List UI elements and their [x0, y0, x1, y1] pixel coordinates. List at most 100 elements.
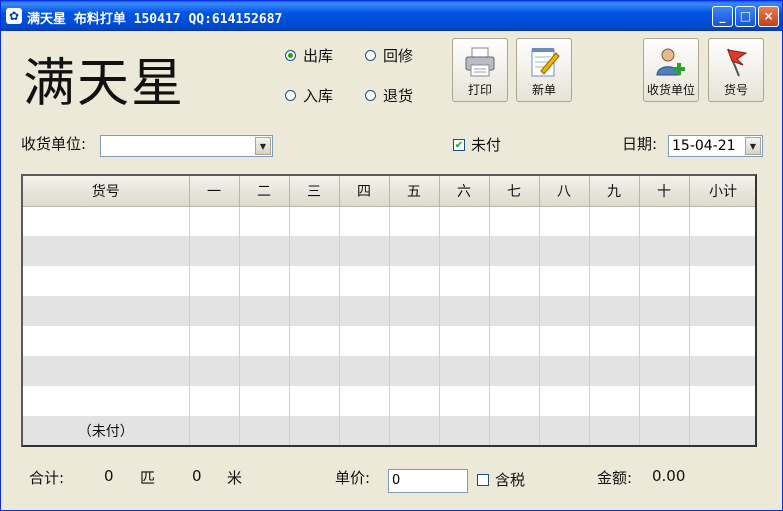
table-cell[interactable]: [339, 296, 390, 326]
table-cell[interactable]: [589, 296, 640, 326]
table-row[interactable]: [23, 386, 755, 416]
maximize-button[interactable]: □: [735, 6, 756, 27]
table-cell[interactable]: [689, 326, 755, 356]
table-cell[interactable]: [589, 206, 640, 236]
column-header[interactable]: 四: [339, 176, 390, 207]
column-header[interactable]: 三: [289, 176, 340, 207]
table-cell[interactable]: [389, 296, 440, 326]
table-cell[interactable]: [439, 296, 490, 326]
table-cell[interactable]: [639, 416, 690, 445]
unit-price-input[interactable]: 0: [388, 469, 468, 493]
table-cell[interactable]: [439, 416, 490, 445]
table-cell[interactable]: [439, 386, 490, 416]
table-cell[interactable]: [539, 206, 590, 236]
table-cell[interactable]: [339, 236, 390, 266]
table-cell[interactable]: [539, 296, 590, 326]
table-cell[interactable]: [189, 296, 240, 326]
table-cell[interactable]: [289, 296, 340, 326]
table-cell[interactable]: [489, 386, 540, 416]
column-header[interactable]: 五: [389, 176, 440, 207]
table-row[interactable]: [23, 206, 755, 236]
new-order-button[interactable]: 新单: [516, 38, 572, 102]
table-cell[interactable]: [639, 386, 690, 416]
table-cell[interactable]: [539, 356, 590, 386]
radio-out[interactable]: 出库: [285, 45, 333, 66]
table-cell[interactable]: [23, 326, 190, 356]
table-row[interactable]: [23, 296, 755, 326]
order-grid[interactable]: 货号 一 二 三 四 五 六 七 八 九 十 小计 （未付）: [21, 174, 757, 447]
table-cell[interactable]: [489, 206, 540, 236]
receiver-unit-button[interactable]: 收货单位: [643, 38, 699, 102]
table-cell[interactable]: [439, 356, 490, 386]
table-cell[interactable]: [23, 266, 190, 296]
table-cell[interactable]: [339, 416, 390, 445]
close-button[interactable]: ×: [758, 6, 779, 27]
table-cell[interactable]: [239, 416, 290, 445]
table-cell[interactable]: [589, 236, 640, 266]
table-cell[interactable]: [539, 236, 590, 266]
table-cell[interactable]: [239, 206, 290, 236]
table-cell[interactable]: [489, 296, 540, 326]
table-cell[interactable]: [639, 296, 690, 326]
table-cell[interactable]: [639, 206, 690, 236]
table-cell[interactable]: [639, 236, 690, 266]
table-cell[interactable]: [489, 416, 540, 445]
table-cell[interactable]: [289, 206, 340, 236]
table-cell[interactable]: [489, 326, 540, 356]
table-cell[interactable]: [689, 206, 755, 236]
table-cell[interactable]: [689, 356, 755, 386]
chevron-down-icon[interactable]: ▼: [255, 137, 271, 155]
table-cell[interactable]: [389, 416, 440, 445]
radio-repair[interactable]: 回修: [365, 45, 413, 66]
table-cell[interactable]: [23, 236, 190, 266]
table-cell[interactable]: [589, 326, 640, 356]
column-header[interactable]: 八: [539, 176, 590, 207]
table-cell[interactable]: [189, 386, 240, 416]
minimize-button[interactable]: _: [712, 6, 733, 27]
table-cell[interactable]: [539, 266, 590, 296]
title-bar[interactable]: ✿ 满天星 布料打单 150417 QQ:614152687 _ □ ×: [1, 1, 782, 31]
chevron-down-icon[interactable]: ▼: [745, 137, 761, 155]
radio-return[interactable]: 退货: [365, 85, 413, 106]
table-cell[interactable]: [23, 206, 190, 236]
table-cell[interactable]: [289, 266, 340, 296]
table-cell[interactable]: [489, 356, 540, 386]
table-cell[interactable]: [239, 326, 290, 356]
table-cell[interactable]: [439, 206, 490, 236]
table-cell[interactable]: [289, 236, 340, 266]
table-cell[interactable]: [689, 386, 755, 416]
table-cell[interactable]: [239, 236, 290, 266]
table-cell[interactable]: [589, 386, 640, 416]
column-header[interactable]: 六: [439, 176, 490, 207]
column-header[interactable]: 小计: [689, 176, 755, 207]
table-cell[interactable]: [289, 356, 340, 386]
table-cell[interactable]: [389, 386, 440, 416]
table-cell[interactable]: [689, 236, 755, 266]
table-cell[interactable]: [239, 386, 290, 416]
table-cell[interactable]: [239, 266, 290, 296]
table-cell[interactable]: [189, 356, 240, 386]
table-cell[interactable]: [339, 326, 390, 356]
table-cell[interactable]: [389, 356, 440, 386]
table-cell[interactable]: [189, 206, 240, 236]
unpaid-checkbox[interactable]: ✔ 未付: [453, 134, 501, 155]
table-cell[interactable]: [339, 206, 390, 236]
table-row[interactable]: [23, 266, 755, 296]
table-cell[interactable]: [589, 416, 640, 445]
column-header[interactable]: 七: [489, 176, 540, 207]
table-cell[interactable]: [189, 236, 240, 266]
table-cell[interactable]: [23, 356, 190, 386]
table-cell[interactable]: [239, 356, 290, 386]
table-cell[interactable]: [339, 266, 390, 296]
table-cell[interactable]: [239, 296, 290, 326]
tax-checkbox[interactable]: 含税: [477, 469, 525, 490]
table-cell[interactable]: [189, 416, 240, 445]
table-cell[interactable]: [639, 266, 690, 296]
radio-in[interactable]: 入库: [285, 85, 333, 106]
table-cell[interactable]: [489, 236, 540, 266]
table-cell[interactable]: [189, 326, 240, 356]
table-cell[interactable]: [389, 236, 440, 266]
date-picker[interactable]: 15-04-21 ▼: [668, 135, 763, 157]
table-cell[interactable]: [539, 326, 590, 356]
table-cell[interactable]: [23, 386, 190, 416]
